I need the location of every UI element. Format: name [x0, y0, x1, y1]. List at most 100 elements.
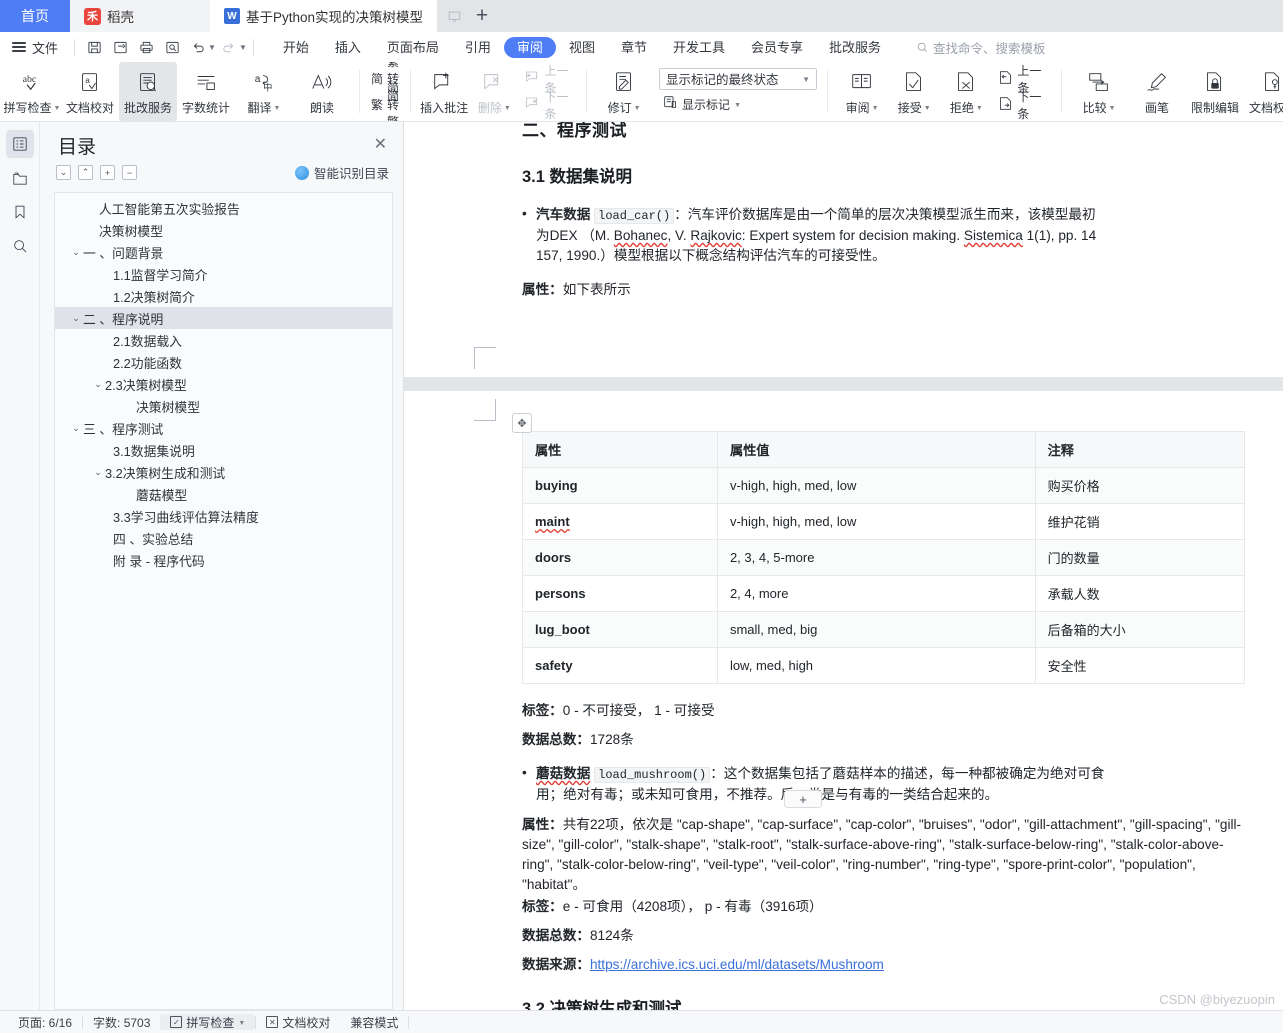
- toc-item-3-2-sub[interactable]: 蘑菇模型: [55, 483, 392, 505]
- translate-button[interactable]: a中 翻译 ▼: [235, 62, 293, 121]
- toc-item-2-3[interactable]: ⌄ 2.3决策树模型: [55, 373, 392, 395]
- file-menu-button[interactable]: 文件: [0, 35, 68, 59]
- expand-all-icon[interactable]: +: [100, 165, 115, 180]
- insert-comment-button[interactable]: 插入批注: [419, 62, 469, 121]
- document-proof-button[interactable]: a 文档校对: [61, 62, 119, 121]
- customize-qat-icon[interactable]: ▼: [239, 43, 247, 52]
- ribbon-tab-view[interactable]: 视图: [556, 37, 608, 58]
- document-canvas[interactable]: 二、程序测试 3.1 数据集说明 汽车数据 load_car()：汽车评价数据库…: [404, 122, 1283, 1010]
- ribbon-tab-start[interactable]: 开始: [270, 37, 322, 58]
- collapse-up-icon[interactable]: ⌃: [78, 165, 93, 180]
- monitor-icon[interactable]: [443, 5, 465, 27]
- toc-item-3-2[interactable]: ⌄ 3.2决策树生成和测试: [55, 461, 392, 483]
- toc-item-ch3[interactable]: ⌄ 三 、程序测试: [55, 417, 392, 439]
- toc-item-appendix[interactable]: 附 录 - 程序代码: [55, 549, 392, 571]
- next-comment-button[interactable]: 下一条: [521, 90, 576, 121]
- chevron-down-icon[interactable]: ⌄: [69, 423, 83, 434]
- reviewing-pane-button[interactable]: 审阅 ▼: [836, 62, 888, 121]
- car-attribute-table[interactable]: 属性 属性值 注释 buying v-high, high, med, low 购买…: [522, 431, 1246, 684]
- ribbon-tab-correction[interactable]: 批改服务: [816, 37, 894, 58]
- command-search[interactable]: 查找命令、搜索模板: [916, 38, 1046, 57]
- ribbon-tab-dev-tools[interactable]: 开发工具: [660, 37, 738, 58]
- toc-item-1-2[interactable]: 1.2决策树简介: [55, 285, 392, 307]
- chevron-down-icon[interactable]: ▼: [238, 1020, 245, 1027]
- search-panel-icon[interactable]: [6, 232, 34, 260]
- document-page-1[interactable]: 二、程序测试 3.1 数据集说明 汽车数据 load_car()：汽车评价数据库…: [404, 122, 1283, 377]
- track-changes-button[interactable]: 修订 ▼: [595, 62, 653, 121]
- correction-service-button[interactable]: 批改服务: [119, 62, 177, 121]
- toc-item-2-1[interactable]: 2.1数据载入: [55, 329, 392, 351]
- table-row[interactable]: lug_boot small, med, big 后备箱的大小: [522, 611, 1246, 648]
- collapse-all-icon[interactable]: −: [122, 165, 137, 180]
- bookmark-panel-icon[interactable]: [6, 198, 34, 226]
- print-icon[interactable]: [133, 35, 159, 59]
- th-note: 注释: [1034, 431, 1246, 468]
- toc-item-2-3-sub[interactable]: 决策树模型: [55, 395, 392, 417]
- ribbon-tab-insert[interactable]: 插入: [322, 37, 374, 58]
- table-row[interactable]: maint v-high, high, med, low 维护花销: [522, 503, 1246, 540]
- sections-panel-icon[interactable]: [6, 164, 34, 192]
- delete-comment-button[interactable]: 删除 ▼: [469, 62, 519, 121]
- ribbon-tab-review[interactable]: 审阅: [503, 36, 556, 58]
- word-count-button[interactable]: 字数统计: [177, 62, 235, 121]
- restrict-edit-button[interactable]: 限制编辑: [1186, 62, 1244, 121]
- table-row[interactable]: safety low, med, high 安全性: [522, 647, 1246, 684]
- show-markup-button[interactable]: 显示标记 ▼: [659, 93, 817, 116]
- chevron-down-icon[interactable]: ⌄: [91, 379, 105, 390]
- spellcheck-status[interactable]: ✓ 拼写检查 ▼: [160, 1014, 256, 1030]
- smart-toc-button[interactable]: 智能识别目录: [294, 163, 389, 182]
- divider: [359, 70, 360, 113]
- table-row[interactable]: buying v-high, high, med, low 购买价格: [522, 467, 1246, 504]
- toc-item-1-1[interactable]: 1.1监督学习简介: [55, 263, 392, 285]
- tab-home[interactable]: 首页: [0, 0, 70, 32]
- new-tab-button[interactable]: +: [467, 0, 497, 32]
- ribbon-tab-page-layout[interactable]: 页面布局: [374, 37, 452, 58]
- undo-dropdown-caret-icon[interactable]: ▼: [208, 43, 216, 52]
- table-row[interactable]: persons 2, 4, more 承载人数: [522, 575, 1246, 612]
- table-row[interactable]: doors 2, 3, 4, 5-more 门的数量: [522, 539, 1246, 576]
- page-indicator[interactable]: 页面: 6/16: [8, 1014, 82, 1030]
- document-permission-button[interactable]: 文档权限: [1244, 62, 1283, 121]
- add-row-button[interactable]: +: [784, 790, 822, 808]
- chevron-down-icon[interactable]: ⌄: [69, 313, 83, 324]
- markup-state-select[interactable]: 显示标记的最终状态 ▼: [659, 67, 818, 90]
- chevron-down-icon[interactable]: ⌄: [91, 467, 105, 478]
- toc-item-3-1[interactable]: 3.1数据集说明: [55, 439, 392, 461]
- toc-item-model[interactable]: 决策树模型: [55, 219, 392, 241]
- toc-item-2-2[interactable]: 2.2功能函数: [55, 351, 392, 373]
- tab-document[interactable]: W 基于Python实现的决策树模型: [210, 0, 438, 32]
- toc-list[interactable]: 人工智能第五次实验报告 决策树模型 ⌄ 一 、问题背景 1.1监督学习简介 1.2…: [54, 192, 393, 1010]
- compatibility-mode[interactable]: 兼容模式: [340, 1014, 408, 1030]
- mushroom-label-key: 标签：: [522, 899, 563, 914]
- next-change-button[interactable]: 下一条: [994, 90, 1051, 121]
- spellcheck-button[interactable]: abc 拼写检查 ▼: [3, 62, 61, 121]
- document-page-2[interactable]: ✥ 属性 属性值 注释 buying v-high, high, med, low…: [404, 391, 1283, 1010]
- ribbon-tab-references[interactable]: 引用: [452, 37, 504, 58]
- word-count-indicator[interactable]: 字数: 5703: [83, 1014, 160, 1030]
- outline-panel-icon[interactable]: [5, 130, 34, 158]
- chevron-down-icon[interactable]: ⌄: [69, 247, 83, 258]
- accept-change-button[interactable]: 接受 ▼: [888, 62, 940, 121]
- table-move-handle-icon[interactable]: ✥: [512, 413, 532, 433]
- print-preview-icon[interactable]: [159, 35, 185, 59]
- document-proof-status[interactable]: ✕ 文档校对: [256, 1014, 340, 1030]
- toc-item-report-title[interactable]: 人工智能第五次实验报告: [55, 197, 392, 219]
- brush-pen-button[interactable]: 画笔: [1128, 62, 1186, 121]
- ribbon-tab-sections[interactable]: 章节: [608, 37, 660, 58]
- save-as-icon[interactable]: [107, 35, 133, 59]
- toc-item-ch2[interactable]: ⌄ 二 、程序说明: [55, 307, 392, 329]
- toc-item-ch1[interactable]: ⌄ 一 、问题背景: [55, 241, 392, 263]
- compare-button[interactable]: 比较 ▼: [1070, 62, 1128, 121]
- mushroom-source-link[interactable]: https://archive.ics.uci.edu/ml/datasets/…: [590, 957, 884, 972]
- simp-to-trad-button[interactable]: 繁 简转繁: [367, 81, 403, 121]
- reject-change-button[interactable]: 拒绝 ▼: [940, 62, 992, 121]
- toc-item-3-3[interactable]: 3.3学习曲线评估算法精度: [55, 505, 392, 527]
- chevron-down-icon: ▼: [734, 101, 741, 109]
- expand-down-icon[interactable]: ⌄: [56, 165, 71, 180]
- ribbon-tab-member[interactable]: 会员专享: [738, 37, 816, 58]
- tab-daoke[interactable]: 禾 稻壳: [70, 0, 210, 32]
- save-icon[interactable]: [81, 35, 107, 59]
- read-aloud-button[interactable]: 朗读: [293, 62, 351, 121]
- toc-item-ch4[interactable]: 四 、实验总结: [55, 527, 392, 549]
- close-icon[interactable]: ✕: [370, 132, 391, 156]
